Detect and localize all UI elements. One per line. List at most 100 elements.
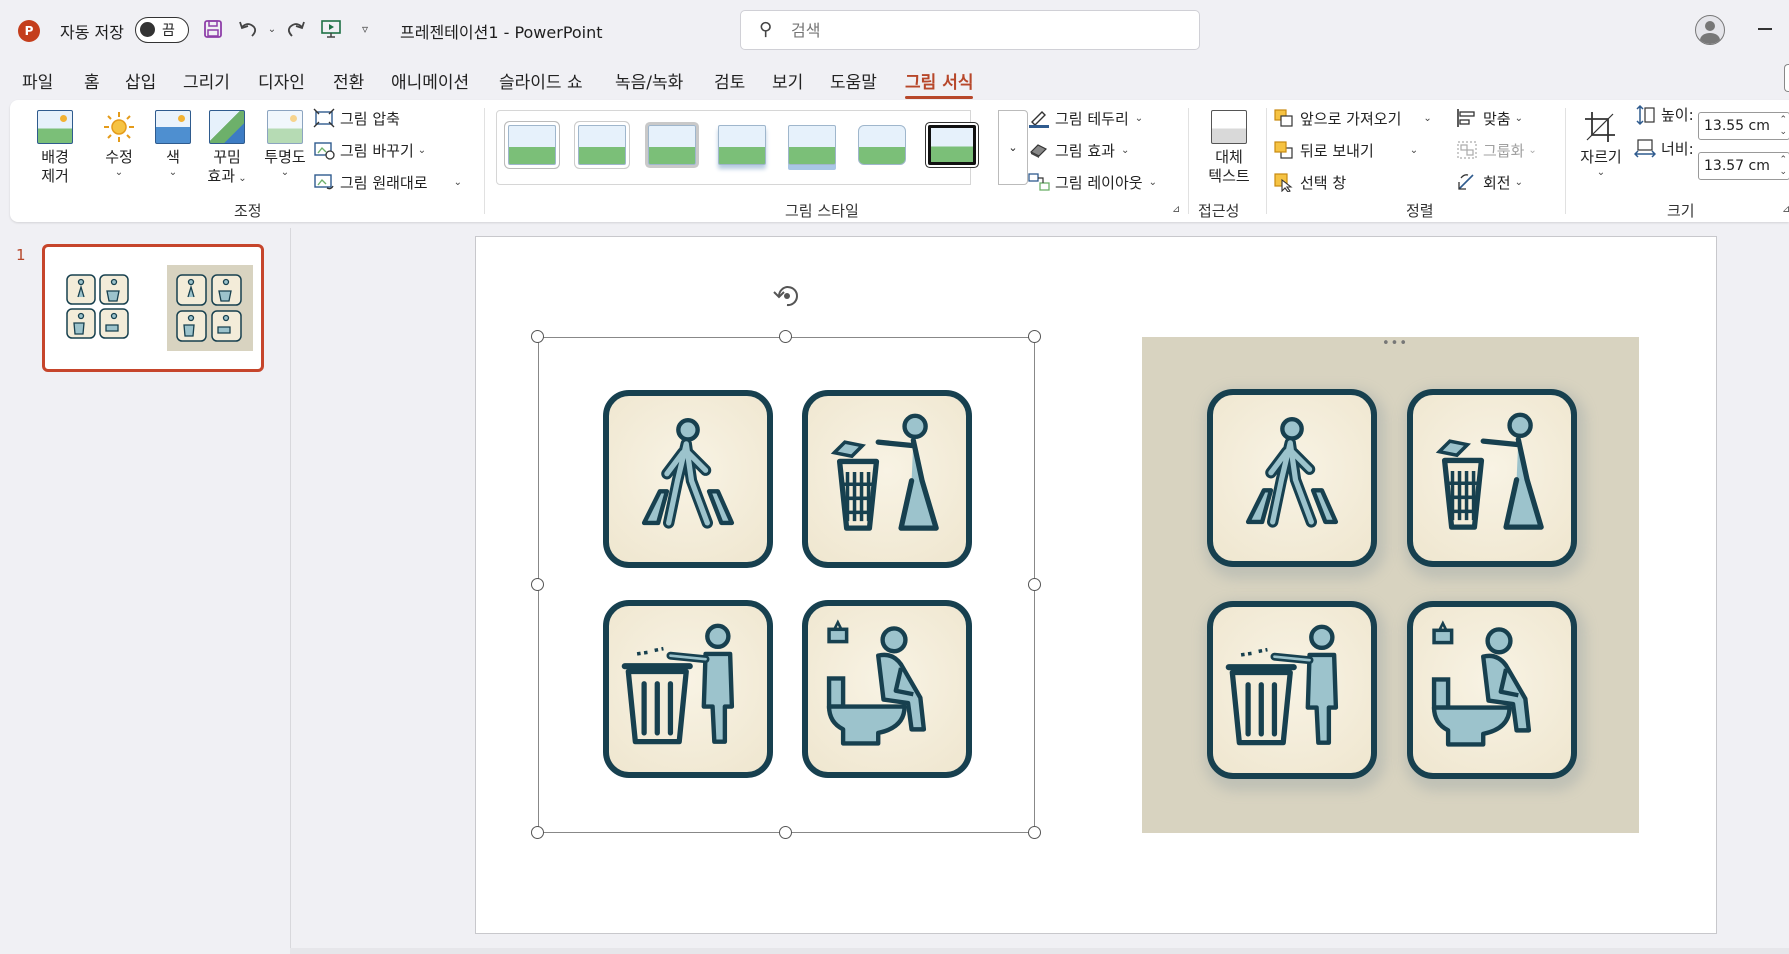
trash-disposal-icon — [1207, 601, 1377, 779]
gallery-more-button[interactable]: ⌄ — [998, 110, 1028, 185]
selection-frame — [538, 337, 1035, 833]
picture-style-7[interactable] — [928, 125, 976, 165]
picture-layout-button[interactable]: 그림 레이아웃 ⌄ — [1028, 170, 1157, 194]
picture-style-1[interactable] — [508, 125, 556, 165]
resize-handle-right[interactable] — [1028, 578, 1041, 591]
width-icon — [1633, 138, 1657, 158]
color-label: 색 — [166, 148, 180, 166]
artistic-effects-label-1: 꾸밈 — [213, 148, 241, 166]
tab-file[interactable]: 파일 — [22, 68, 53, 93]
width-input[interactable]: 13.57 cm ⌃ ⌄ — [1698, 152, 1789, 180]
compress-label: 그림 압축 — [340, 109, 400, 128]
ribbon: 배경 제거 수정 ⌄ 색 ⌄ 꾸밈 효과 ⌄ 투명도 ⌄ 그림 압축 그림 바꾸… — [10, 100, 1789, 222]
resize-handle-bottom-left[interactable] — [531, 826, 544, 839]
width-spinner-icon[interactable]: ⌃ ⌄ — [1779, 154, 1787, 178]
tab-animations[interactable]: 애니메이션 — [391, 68, 469, 93]
align-button[interactable]: 맞춤 ⌄ — [1456, 106, 1523, 130]
artistic-effects-button[interactable]: 꾸밈 효과 ⌄ — [202, 110, 252, 186]
change-picture-label: 그림 바꾸기 — [340, 141, 414, 160]
transparency-button[interactable]: 투명도 ⌄ — [258, 110, 312, 179]
layout-icon — [1028, 172, 1050, 192]
resize-handle-bottom[interactable] — [779, 826, 792, 839]
ribbon-display-options[interactable] — [1784, 64, 1789, 92]
pen-border-icon — [1028, 108, 1050, 128]
tab-slideshow[interactable]: 슬라이드 쇼 — [499, 68, 583, 93]
chevron-down-icon: ⌄ — [417, 144, 427, 156]
chevron-down-icon: ⌄ — [1409, 144, 1419, 156]
change-picture-button[interactable]: 그림 바꾸기 ⌄ — [313, 138, 426, 162]
send-backward-label: 뒤로 보내기 — [1300, 141, 1374, 160]
picture-style-5[interactable] — [788, 125, 836, 165]
compress-pictures-button[interactable]: 그림 압축 — [313, 106, 400, 130]
powerpoint-logo-icon: P — [18, 20, 40, 42]
undo-dropdown-icon[interactable]: ⌄ — [259, 16, 285, 42]
redo-icon[interactable] — [283, 16, 309, 42]
search-box[interactable]: ⚲ — [740, 10, 1200, 50]
height-spinner-icon[interactable]: ⌃ ⌄ — [1779, 114, 1787, 138]
picture-effects-button[interactable]: 그림 효과 ⌄ — [1028, 138, 1129, 162]
tab-home[interactable]: 홈 — [84, 68, 100, 93]
rotate-button[interactable]: 회전 ⌄ — [1456, 170, 1523, 194]
rotate-icon — [1456, 172, 1478, 192]
right-picture[interactable] — [1142, 337, 1639, 833]
corrections-label: 수정 — [105, 148, 133, 166]
walking-person-icon — [1207, 389, 1377, 567]
present-icon[interactable] — [318, 16, 344, 42]
resize-handle-top-right[interactable] — [1028, 330, 1041, 343]
chevron-down-icon: ⌄ — [114, 167, 124, 178]
selection-pane-button[interactable]: 선택 창 — [1273, 170, 1346, 194]
picture-style-4[interactable] — [718, 125, 766, 165]
account-avatar[interactable] — [1695, 15, 1725, 45]
tab-draw[interactable]: 그리기 — [183, 68, 230, 93]
chevron-down-icon: ⌄ — [1008, 141, 1018, 154]
picture-style-2[interactable] — [578, 125, 626, 165]
search-input[interactable] — [791, 17, 1171, 43]
picture-styles-dialog-launcher-icon[interactable]: ⊿ — [1172, 204, 1180, 215]
undo-icon[interactable] — [235, 16, 261, 42]
chevron-down-icon: ⌄ — [280, 167, 290, 178]
remove-background-button[interactable]: 배경 제거 — [30, 110, 80, 186]
tab-help[interactable]: 도움말 — [830, 68, 877, 93]
trash-throwing-icon — [1407, 389, 1577, 567]
chevron-down-icon: ⌄ — [1423, 112, 1432, 124]
autosave-toggle[interactable]: 끔 — [135, 17, 189, 43]
customize-icon[interactable]: ▿ — [352, 16, 378, 42]
group-objects-button[interactable]: 그룹화 ⌄ — [1456, 138, 1537, 162]
tab-review[interactable]: 검토 — [714, 68, 745, 93]
tab-insert[interactable]: 삽입 — [125, 68, 156, 93]
bring-forward-label: 앞으로 가져오기 — [1300, 109, 1402, 128]
picture-style-3[interactable] — [648, 125, 696, 165]
tab-design[interactable]: 디자인 — [258, 68, 305, 93]
corrections-button[interactable]: 수정 ⌄ — [96, 110, 142, 179]
reset-picture-button[interactable]: 그림 원래대로 ⌄ — [313, 170, 462, 194]
picture-more-options-icon[interactable]: ••• — [1382, 336, 1408, 351]
resize-handle-bottom-right[interactable] — [1028, 826, 1041, 839]
group-label-picture-styles: 그림 스타일 — [785, 202, 859, 220]
resize-handle-left[interactable] — [531, 578, 544, 591]
pane-divider — [290, 228, 291, 954]
alt-text-button[interactable]: 대체 텍스트 — [1198, 110, 1260, 186]
crop-label: 자르기 — [1580, 148, 1622, 166]
minimize-button[interactable] — [1758, 28, 1772, 30]
document-title: 프레젠테이션1 - PowerPoint — [400, 23, 603, 42]
tab-view[interactable]: 보기 — [772, 68, 803, 93]
tab-record[interactable]: 녹음/녹화 — [615, 68, 683, 93]
save-icon[interactable] — [200, 16, 226, 42]
height-input[interactable]: 13.55 cm ⌃ ⌄ — [1698, 112, 1789, 140]
resize-handle-top[interactable] — [779, 330, 792, 343]
size-dialog-launcher-icon[interactable]: ⊿ — [1782, 204, 1789, 215]
width-value: 13.57 cm — [1704, 158, 1770, 174]
color-button[interactable]: 색 ⌄ — [150, 110, 196, 179]
crop-button[interactable]: 자르기 ⌄ — [1576, 110, 1626, 179]
picture-style-6[interactable] — [858, 125, 906, 165]
bring-forward-button[interactable]: 앞으로 가져오기 ⌄ — [1273, 106, 1432, 130]
slide-thumbnail[interactable] — [42, 244, 264, 372]
picture-border-button[interactable]: 그림 테두리 ⌄ — [1028, 106, 1143, 130]
rotate-handle-icon[interactable] — [771, 280, 803, 310]
send-backward-button[interactable]: 뒤로 보내기 ⌄ — [1273, 138, 1418, 162]
resize-handle-top-left[interactable] — [531, 330, 544, 343]
change-picture-icon — [313, 140, 335, 160]
effects-icon — [1028, 140, 1050, 160]
tab-transitions[interactable]: 전환 — [333, 68, 364, 93]
tab-picture-format[interactable]: 그림 서식 — [905, 68, 974, 99]
